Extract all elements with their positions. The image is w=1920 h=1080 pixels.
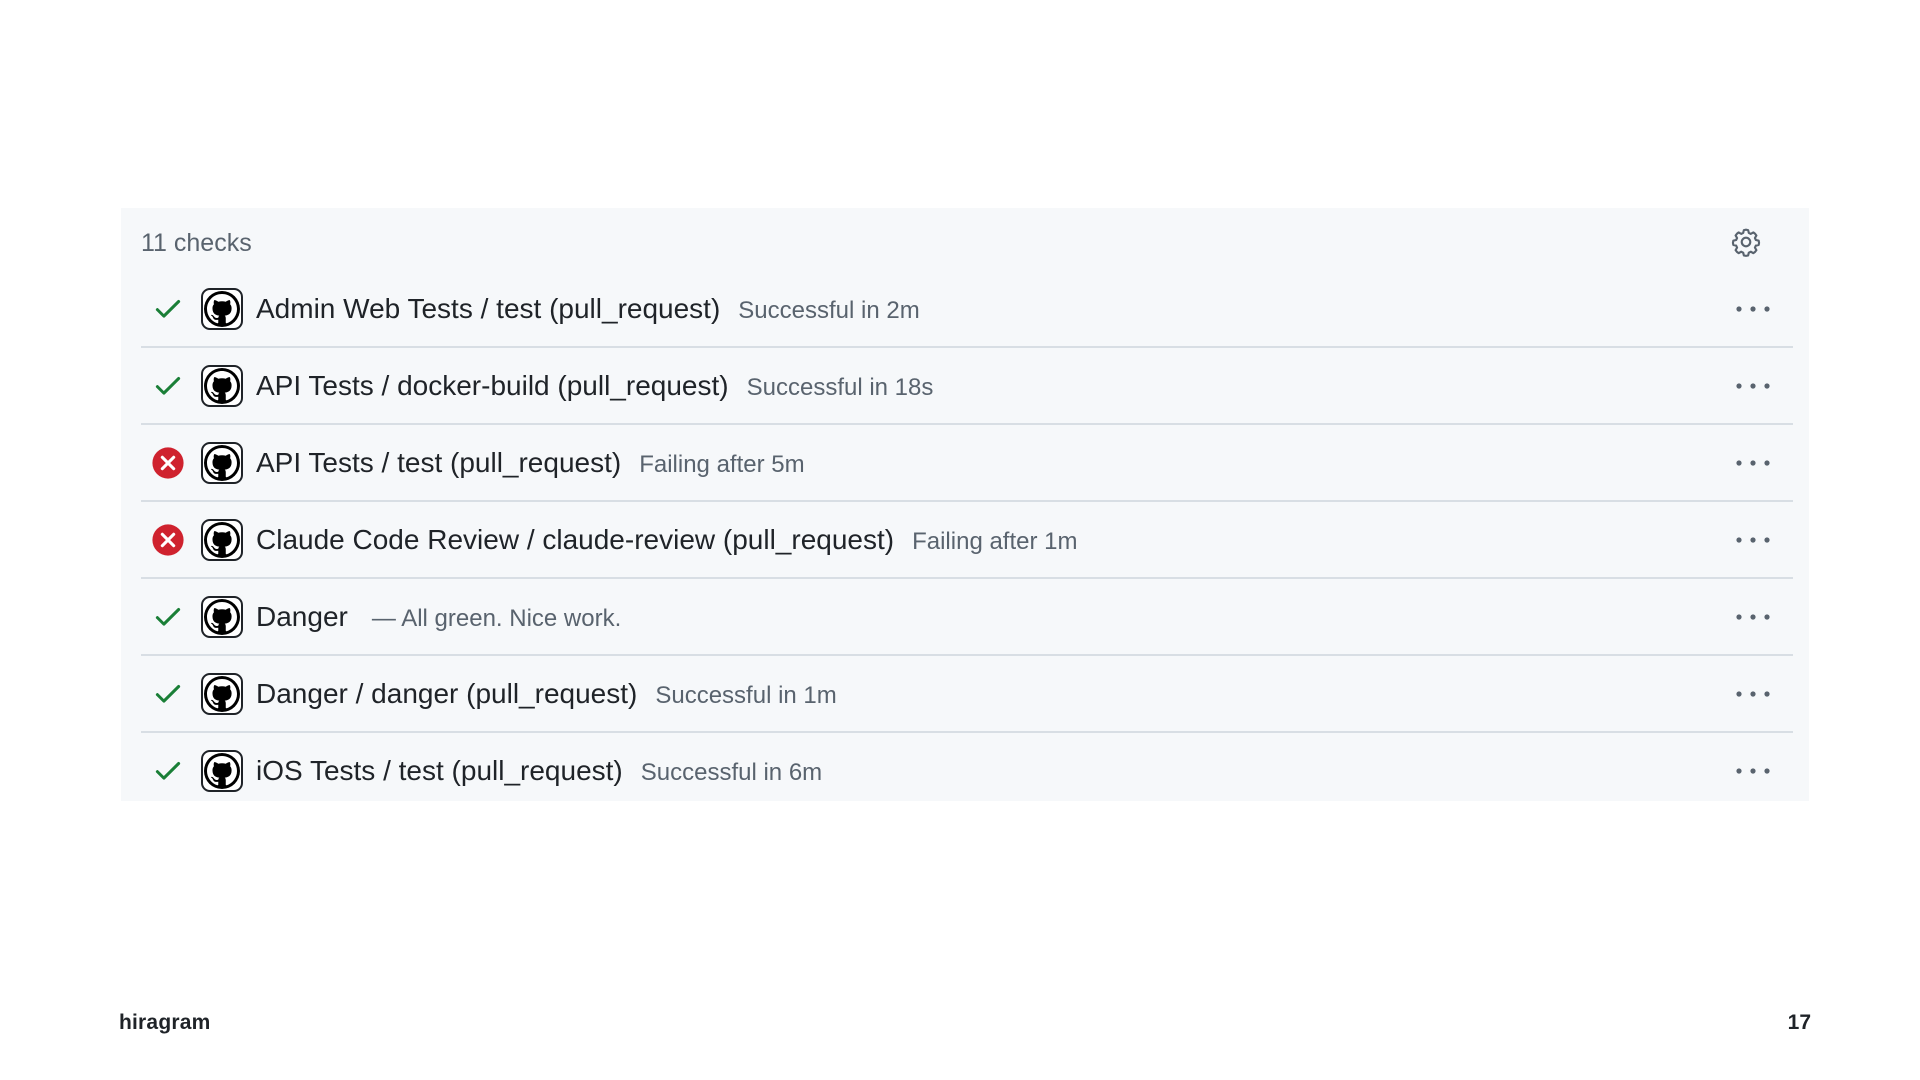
check-name-link[interactable]: API Tests / test (pull_request): [256, 447, 621, 479]
check-success-icon: [151, 677, 185, 711]
check-status-text: Failing after 1m: [912, 527, 1078, 555]
check-failure-icon: [151, 446, 185, 480]
check-label: Danger / danger (pull_request) Successful…: [256, 678, 837, 710]
check-row[interactable]: API Tests / docker-build (pull_request) S…: [141, 348, 1793, 425]
check-name-link[interactable]: iOS Tests / test (pull_request): [256, 755, 623, 787]
kebab-horizontal-icon[interactable]: [1731, 679, 1775, 709]
check-row[interactable]: Danger — All green. Nice work.: [141, 579, 1793, 656]
kebab-horizontal-icon[interactable]: [1731, 371, 1775, 401]
check-success-icon: [151, 754, 185, 788]
check-status-text: Successful in 6m: [640, 758, 823, 786]
check-label: API Tests / test (pull_request) Failing a…: [256, 447, 805, 479]
check-name-link[interactable]: Danger: [256, 601, 348, 633]
check-row[interactable]: Admin Web Tests / test (pull_request) Suc…: [141, 271, 1793, 348]
check-label: Claude Code Review / claude-review (pull…: [256, 524, 1078, 556]
check-label: iOS Tests / test (pull_request) Successfu…: [256, 755, 822, 787]
kebab-horizontal-icon[interactable]: [1731, 602, 1775, 632]
check-label: Danger — All green. Nice work.: [256, 601, 621, 633]
kebab-horizontal-icon[interactable]: [1731, 525, 1775, 555]
github-icon[interactable]: [201, 287, 243, 330]
github-icon[interactable]: [201, 518, 243, 561]
check-name-link[interactable]: Danger / danger (pull_request): [256, 678, 637, 710]
check-failure-icon: [151, 523, 185, 557]
checks-header: 11 checks: [141, 223, 1791, 263]
check-label: Admin Web Tests / test (pull_request) Suc…: [256, 293, 920, 325]
check-row[interactable]: iOS Tests / test (pull_request) Successfu…: [141, 733, 1793, 808]
check-name-link[interactable]: API Tests / docker-build (pull_request): [256, 370, 729, 402]
footer-brand: hiragram: [119, 1011, 211, 1034]
github-icon[interactable]: [201, 364, 243, 407]
check-row[interactable]: Claude Code Review / claude-review (pull…: [141, 502, 1793, 579]
check-name-link[interactable]: Admin Web Tests / test (pull_request): [256, 293, 720, 325]
check-status-text: Successful in 18s: [746, 373, 934, 401]
check-status-text: Successful in 1m: [655, 681, 837, 709]
check-success-icon: [151, 600, 185, 634]
check-status-text: Failing after 5m: [639, 450, 805, 478]
github-icon[interactable]: [201, 672, 243, 715]
github-icon[interactable]: [201, 441, 243, 484]
checks-panel: 11 checks Admin Web Tests / test (pull_r…: [121, 208, 1809, 801]
check-status-text: Successful in 2m: [738, 296, 920, 324]
kebab-horizontal-icon[interactable]: [1731, 294, 1775, 324]
check-success-icon: [151, 292, 185, 326]
github-icon[interactable]: [201, 749, 243, 792]
github-icon[interactable]: [201, 595, 243, 638]
check-row[interactable]: API Tests / test (pull_request) Failing a…: [141, 425, 1793, 502]
check-status-text: — All green. Nice work.: [371, 604, 622, 632]
gear-icon[interactable]: [1729, 225, 1763, 259]
kebab-horizontal-icon[interactable]: [1731, 448, 1775, 478]
page-number: 17: [1787, 1011, 1811, 1034]
kebab-horizontal-icon[interactable]: [1731, 756, 1775, 786]
check-success-icon: [151, 369, 185, 403]
slide: 11 checks Admin Web Tests / test (pull_r…: [0, 0, 1920, 1080]
check-row[interactable]: Danger / danger (pull_request) Successful…: [141, 656, 1793, 733]
check-label: API Tests / docker-build (pull_request) S…: [256, 370, 933, 402]
checks-list: Admin Web Tests / test (pull_request) Suc…: [141, 271, 1793, 808]
check-name-link[interactable]: Claude Code Review / claude-review (pull…: [256, 524, 894, 556]
checks-count: 11 checks: [141, 229, 252, 257]
